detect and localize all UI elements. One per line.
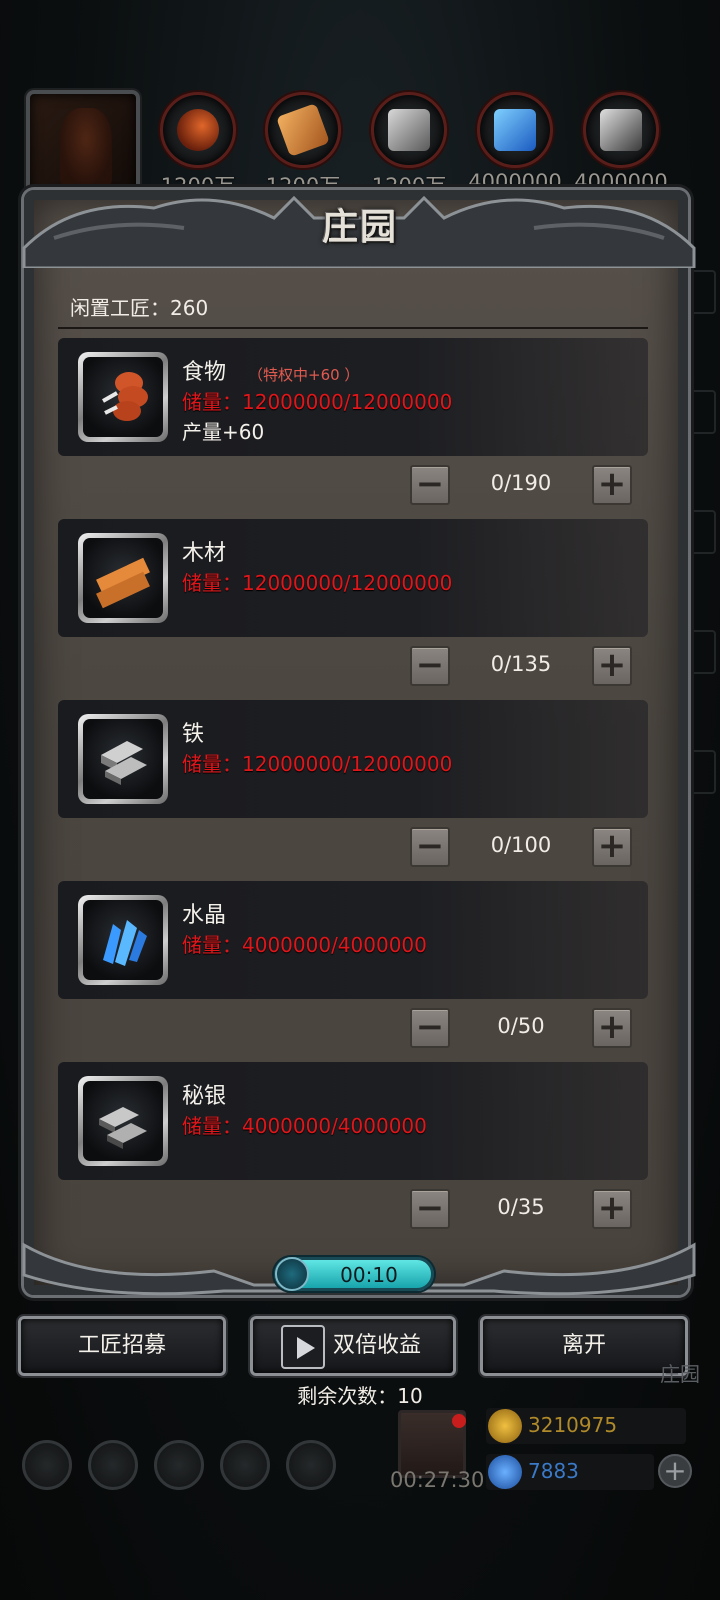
top-food-icon[interactable] bbox=[160, 92, 236, 168]
side-manor-label: 庄园 bbox=[660, 1362, 700, 1386]
gem-value: 7883 bbox=[528, 1459, 579, 1483]
assigned-count: 0/50 bbox=[497, 1014, 545, 1038]
gem-icon bbox=[488, 1455, 522, 1489]
mail-icon[interactable] bbox=[220, 1440, 270, 1490]
resource-name: 铁 bbox=[182, 722, 205, 747]
assigned-count: 0/135 bbox=[490, 652, 552, 676]
assigned-count: 0/190 bbox=[490, 471, 552, 495]
settings-icon[interactable] bbox=[22, 1440, 72, 1490]
idle-craftsmen-label: 闲置工匠：260 bbox=[70, 296, 209, 320]
side-tab bbox=[686, 390, 716, 434]
side-tab bbox=[686, 750, 716, 794]
play-video-icon bbox=[281, 1325, 325, 1369]
iron-icon bbox=[78, 714, 168, 804]
resource-name: 秘银 bbox=[182, 1084, 227, 1109]
resource-storage: 储量：4000000/4000000 bbox=[182, 933, 427, 957]
resource-storage: 储量：12000000/12000000 bbox=[182, 752, 453, 776]
recruit-craftsman-button[interactable]: 工匠招募 bbox=[18, 1316, 226, 1376]
decrease-button[interactable]: − bbox=[410, 1189, 450, 1229]
guild-icon[interactable] bbox=[154, 1440, 204, 1490]
resource-storage: 储量：4000000/4000000 bbox=[182, 1114, 427, 1138]
increase-button[interactable]: + bbox=[592, 1189, 632, 1229]
gold-coin-icon bbox=[488, 1409, 522, 1443]
resource-storage: 储量：12000000/12000000 bbox=[182, 390, 453, 414]
resource-row-crystal: 水晶 储量：4000000/4000000 bbox=[58, 881, 648, 999]
achievement-icon[interactable] bbox=[88, 1440, 138, 1490]
increase-button[interactable]: + bbox=[592, 646, 632, 686]
top-resource-bar: 1200万 1200万 1200万 4000000 4000000 bbox=[0, 86, 720, 206]
assigned-count: 0/100 bbox=[490, 833, 552, 857]
decrease-button[interactable]: − bbox=[410, 827, 450, 867]
gold-value: 3210975 bbox=[528, 1413, 618, 1437]
side-tab bbox=[686, 630, 716, 674]
resource-name: 水晶 bbox=[182, 903, 227, 928]
gift-timer: 00:27:30 bbox=[390, 1468, 485, 1492]
increase-button[interactable]: + bbox=[592, 1008, 632, 1048]
food-stepper: − 0/190 + bbox=[410, 465, 632, 505]
crystal-icon bbox=[78, 895, 168, 985]
increase-button[interactable]: + bbox=[592, 465, 632, 505]
top-mithril-icon[interactable] bbox=[583, 92, 659, 168]
decrease-button[interactable]: − bbox=[410, 465, 450, 505]
resource-storage: 储量：12000000/12000000 bbox=[182, 571, 453, 595]
remaining-count: 剩余次数：10 bbox=[297, 1384, 423, 1408]
resource-row-iron: 铁 储量：12000000/12000000 bbox=[58, 700, 648, 818]
top-wood-icon[interactable] bbox=[265, 92, 341, 168]
resource-name: 木材 bbox=[182, 541, 227, 566]
side-tab bbox=[686, 510, 716, 554]
gold-counter: 3210975 bbox=[486, 1408, 686, 1444]
notification-dot bbox=[452, 1414, 466, 1428]
resource-row-wood: 木材 储量：12000000/12000000 bbox=[58, 519, 648, 637]
iron-stepper: − 0/100 + bbox=[410, 827, 632, 867]
wood-stepper: − 0/135 + bbox=[410, 646, 632, 686]
privilege-bonus: （特权中+60 ） bbox=[248, 366, 360, 384]
countdown-timer: 00:10 bbox=[274, 1257, 434, 1291]
bag-icon[interactable] bbox=[286, 1440, 336, 1490]
divider bbox=[58, 327, 648, 329]
panel-title: 庄园 bbox=[321, 206, 398, 248]
timer-text: 00:10 bbox=[340, 1263, 398, 1287]
top-crystal-icon[interactable] bbox=[477, 92, 553, 168]
side-tab bbox=[686, 270, 716, 314]
add-gems-button[interactable]: + bbox=[658, 1454, 692, 1488]
clock-icon bbox=[275, 1257, 309, 1291]
assigned-count: 0/35 bbox=[497, 1195, 545, 1219]
double-income-button[interactable]: 双倍收益 bbox=[250, 1316, 456, 1376]
mithril-icon bbox=[78, 1076, 168, 1166]
decrease-button[interactable]: − bbox=[410, 646, 450, 686]
resource-name: 食物 bbox=[182, 360, 227, 385]
double-income-label: 双倍收益 bbox=[333, 1333, 422, 1358]
decrease-button[interactable]: − bbox=[410, 1008, 450, 1048]
avatar[interactable] bbox=[26, 90, 140, 200]
wood-icon bbox=[78, 533, 168, 623]
increase-button[interactable]: + bbox=[592, 827, 632, 867]
top-iron-icon[interactable] bbox=[371, 92, 447, 168]
resource-row-mithril: 秘银 储量：4000000/4000000 bbox=[58, 1062, 648, 1180]
gem-counter: 7883 bbox=[486, 1454, 654, 1490]
resource-output: 产量+60 bbox=[182, 420, 265, 444]
food-icon bbox=[78, 352, 168, 442]
mithril-stepper: − 0/35 + bbox=[410, 1189, 632, 1229]
avatar-figure bbox=[60, 108, 112, 186]
resource-row-food: 食物 （特权中+60 ） 储量：12000000/12000000 产量+60 bbox=[58, 338, 648, 456]
crystal-stepper: − 0/50 + bbox=[410, 1008, 632, 1048]
leave-button[interactable]: 离开 bbox=[480, 1316, 688, 1376]
